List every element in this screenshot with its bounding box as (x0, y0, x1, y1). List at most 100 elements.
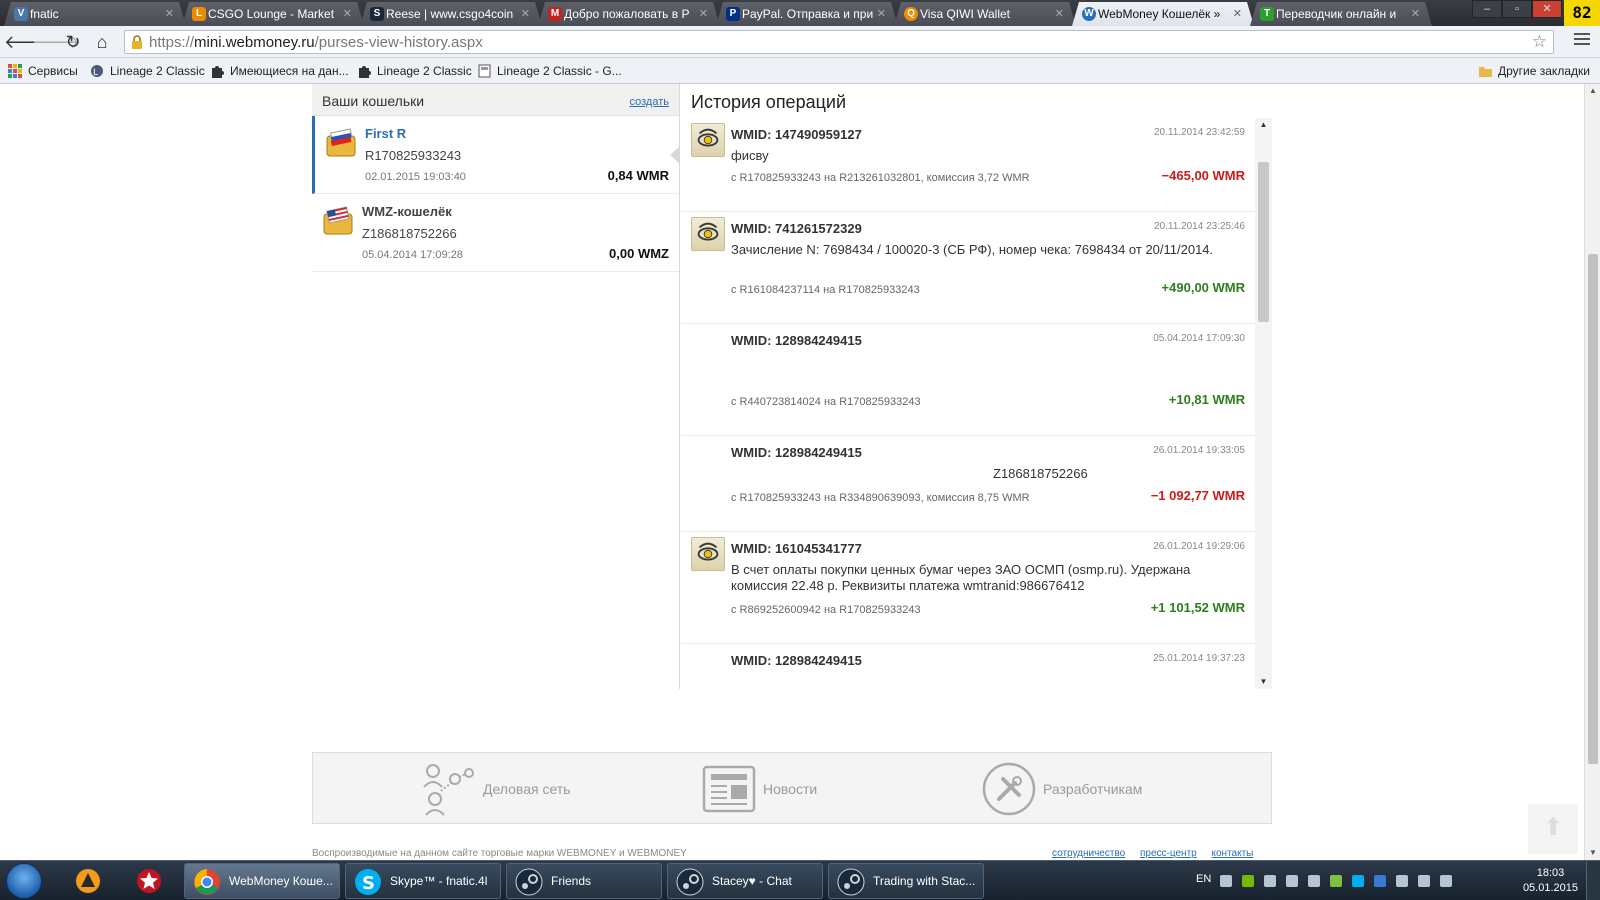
show-desktop-button[interactable] (1586, 861, 1600, 900)
taskbar-button-steam-friends[interactable]: Friends (506, 863, 662, 899)
footer-link-label: Новости (763, 781, 818, 797)
contacts-link[interactable]: контакты (1212, 848, 1254, 859)
tab-label: Переводчик онлайн и (1276, 7, 1397, 21)
tab-csgo-lounge[interactable]: L CSGO Lounge - Market ✕ (182, 2, 364, 26)
operation-wmid[interactable]: WMID: 128984249415 (731, 333, 862, 348)
operation-item[interactable]: WMID: 128984249415 26.01.2014 19:33:05 Z… (681, 436, 1255, 532)
nvidia-icon[interactable] (1242, 875, 1254, 887)
developers-link[interactable]: Разработчикам (981, 761, 1201, 817)
scroll-down-arrow-icon[interactable]: ▼ (1255, 675, 1272, 689)
taskbar-button-steam-trading[interactable]: Trading with Stac... (828, 863, 984, 899)
bluetooth-icon[interactable] (1374, 875, 1386, 887)
webmoney-icon: W (1082, 7, 1096, 21)
operation-item[interactable]: WMID: 128984249415 05.04.2014 17:09:30 с… (681, 324, 1255, 436)
tab-fnatic[interactable]: V fnatic ✕ (4, 2, 186, 26)
speaker-icon[interactable] (1264, 875, 1276, 887)
history-scrollbar[interactable]: ▲ ▼ (1255, 118, 1272, 689)
chrome-menu-icon[interactable] (1574, 33, 1590, 47)
close-icon[interactable]: ✕ (521, 2, 530, 26)
close-window-button[interactable]: ✕ (1532, 0, 1562, 18)
close-icon[interactable]: ✕ (1233, 2, 1242, 26)
back-button[interactable]: 🡐 (4, 31, 52, 53)
press-center-link[interactable]: пресс-центр (1140, 848, 1197, 859)
operation-item[interactable]: WMID: 741261572329 20.11.2014 23:25:46 З… (681, 212, 1255, 324)
scroll-to-top-button[interactable]: ⬆ (1528, 804, 1578, 854)
close-icon[interactable]: ✕ (699, 2, 708, 26)
page-scrollbar[interactable]: ▲ ▼ (1584, 84, 1600, 860)
close-icon[interactable]: ✕ (165, 2, 174, 26)
wallet-item-r[interactable]: First R R170825933243 02.01.2015 19:03:4… (312, 116, 680, 194)
taskbar-button-chrome[interactable]: WebMoney Коше... (184, 863, 340, 899)
pokerstars-icon[interactable] (135, 867, 163, 895)
business-network-link[interactable]: Деловая сеть (421, 761, 621, 817)
steam-tray-icon[interactable] (1308, 875, 1320, 887)
close-icon[interactable]: ✕ (1055, 2, 1064, 26)
operation-wmid[interactable]: WMID: 128984249415 (731, 445, 862, 460)
create-wallet-link[interactable]: создать (630, 96, 669, 108)
bookmark-lineage-2[interactable]: Lineage 2 Classic (355, 62, 472, 80)
taskbar-button-skype[interactable]: S Skype™ - fnatic.4l (345, 863, 501, 899)
tab-webmoney[interactable]: W WebMoney Кошелёк » ✕ (1072, 2, 1254, 26)
tab-csgo4coin[interactable]: S Reese | www.csgo4coin ✕ (360, 2, 542, 26)
language-indicator[interactable]: EN (1196, 873, 1211, 885)
app-tray-icon[interactable] (1330, 875, 1342, 887)
wm-passport-icon (691, 123, 725, 157)
display-icon[interactable] (1286, 875, 1298, 887)
bookmark-lineage[interactable]: L Lineage 2 Classic (88, 62, 205, 80)
bookmark-lineage-g[interactable]: Lineage 2 Classic - G... (475, 62, 622, 80)
volume-icon[interactable] (1440, 875, 1452, 887)
clock-time: 18:03 (1536, 867, 1565, 879)
usb-icon[interactable] (1396, 875, 1408, 887)
steam-icon (515, 868, 543, 896)
operation-amount: +490,00 WMR (1161, 280, 1245, 295)
tab-gmail[interactable]: M Добро пожаловать в Р ✕ (538, 2, 720, 26)
wallet-ru-icon (326, 128, 356, 157)
wallet-item-z[interactable]: WMZ-кошелёк Z186818752266 05.04.2014 17:… (312, 194, 679, 272)
operation-item[interactable]: WMID: 147490959127 20.11.2014 23:42:59 ф… (681, 118, 1255, 212)
operation-wmid[interactable]: WMID: 128984249415 (731, 653, 862, 668)
operation-wmid[interactable]: WMID: 161045341777 (731, 541, 862, 556)
keyboard-icon[interactable] (1220, 875, 1232, 887)
tab-qiwi[interactable]: Q Visa QIWI Wallet ✕ (894, 2, 1076, 26)
start-button[interactable] (6, 863, 42, 899)
bookmark-apps[interactable]: Сервисы (6, 62, 78, 80)
close-icon[interactable]: ✕ (877, 2, 886, 26)
operation-description: Z186818752266 (993, 466, 1088, 481)
operation-wmid[interactable]: WMID: 741261572329 (731, 221, 862, 236)
apps-icon (8, 64, 22, 78)
reload-button[interactable]: ↻ (61, 31, 85, 53)
scrollbar-thumb[interactable] (1588, 254, 1598, 764)
operation-wmid[interactable]: WMID: 147490959127 (731, 127, 862, 142)
tab-translator[interactable]: T Переводчик онлайн и ✕ (1250, 2, 1432, 26)
cooperation-link[interactable]: сотрудничество (1052, 848, 1125, 859)
taskbar-button-steam-chat[interactable]: Stacey♥ - Chat (667, 863, 823, 899)
scroll-up-arrow-icon[interactable]: ▲ (1585, 84, 1600, 98)
scroll-down-arrow-icon[interactable]: ▼ (1585, 846, 1600, 860)
close-icon[interactable]: ✕ (1411, 2, 1420, 26)
scrollbar-thumb[interactable] (1258, 162, 1269, 322)
wallet-balance: 0,84 WMR (607, 168, 669, 183)
maximize-button[interactable]: ▫ (1502, 0, 1532, 18)
tab-paypal[interactable]: P PayPal. Отправка и при ✕ (716, 2, 898, 26)
news-link[interactable]: Новости (701, 761, 861, 817)
bookmark-star-icon[interactable]: ☆ (1532, 32, 1547, 52)
wallets-header: Ваши кошельки создать (312, 84, 679, 116)
bookmark-extensions[interactable]: Имеющиеся на дан... (208, 62, 349, 80)
close-icon[interactable]: ✕ (343, 2, 352, 26)
signal-icon[interactable] (1418, 875, 1430, 887)
clock[interactable]: 18:03 05.01.2015 (1523, 866, 1578, 896)
skype-tray-icon[interactable] (1352, 875, 1364, 887)
home-button[interactable]: ⌂ (90, 31, 114, 53)
operation-description: В счет оплаты покупки ценных бумаг через… (731, 562, 1191, 593)
scroll-up-arrow-icon[interactable]: ▲ (1255, 118, 1272, 132)
forward-button[interactable]: 🡒 (32, 31, 80, 53)
operation-item[interactable]: WMID: 128984249415 25.01.2014 19:37:23 (681, 644, 1255, 689)
avast-icon[interactable] (74, 867, 102, 895)
operation-item[interactable]: WMID: 161045341777 26.01.2014 19:29:06 В… (681, 532, 1255, 644)
browser-toolbar: 🡐 🡒 ↻ ⌂ https://mini.webmoney.ru/purses-… (0, 26, 1600, 58)
operations-list[interactable]: WMID: 147490959127 20.11.2014 23:42:59 ф… (681, 118, 1255, 689)
minimize-button[interactable]: – (1472, 0, 1502, 18)
page-content: Ваши кошельки создать First R R170825933… (0, 84, 1584, 860)
other-bookmarks[interactable]: Другие закладки (1476, 62, 1590, 80)
address-bar[interactable]: https://mini.webmoney.ru/purses-view-his… (124, 30, 1554, 54)
